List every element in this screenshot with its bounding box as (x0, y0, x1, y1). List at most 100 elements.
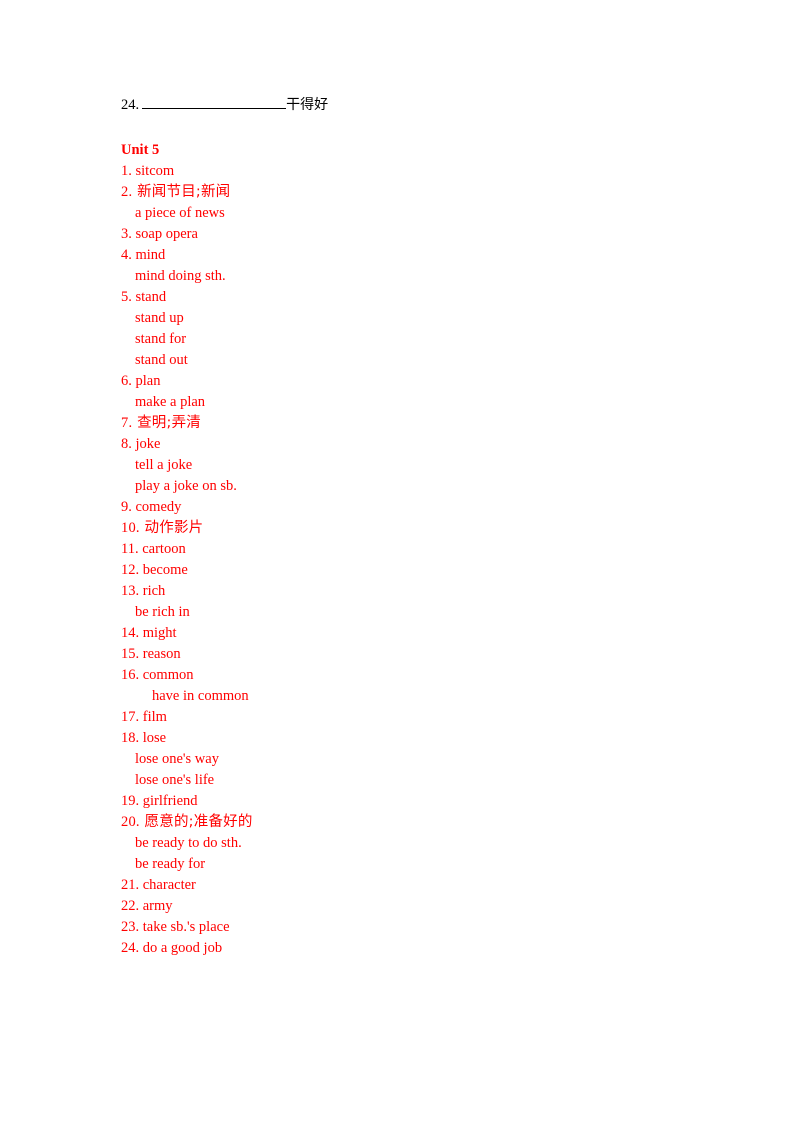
entry-number: 16. (121, 667, 140, 683)
entry-number: 15. (121, 646, 140, 662)
vocabulary-subentry: lose one's life (121, 770, 681, 791)
entry-number: 3. (121, 226, 132, 242)
entry-number: 5. (121, 289, 132, 305)
entry-text: rich (142, 583, 166, 599)
unit-heading: Unit 5 (121, 142, 160, 158)
vocabulary-subentry: a piece of news (121, 203, 681, 224)
entry-text: sitcom (135, 163, 175, 179)
entry-number: 20. (121, 814, 140, 830)
entry-text: mind doing sth. (135, 268, 226, 284)
vocabulary-subentry: tell a joke (121, 455, 681, 476)
entry-text: be rich in (135, 604, 190, 620)
entry-number: 9. (121, 499, 132, 515)
vocabulary-entry: 22. army (121, 896, 681, 917)
entry-text: plan (135, 373, 161, 389)
entry-text: soap opera (135, 226, 198, 242)
entry-text: become (142, 562, 188, 578)
entry-text: might (142, 625, 177, 641)
entry-text: make a plan (135, 394, 206, 410)
entry-text: 愿意的;准备好的 (144, 814, 253, 830)
vocabulary-subentry: be ready to do sth. (121, 833, 681, 854)
vocabulary-subentry: lose one's way (121, 749, 681, 770)
entry-number: 13. (121, 583, 140, 599)
vocabulary-entry: 19. girlfriend (121, 791, 681, 812)
entry-text: lose one's life (135, 772, 215, 788)
entry-text: lose (142, 730, 167, 746)
vocabulary-subentry: be rich in (121, 602, 681, 623)
entry-number: 23. (121, 919, 140, 935)
entry-number: 22. (121, 898, 140, 914)
vocabulary-list: 1. sitcom 2. 新闻节目;新闻 a piece of news 3. soa… (121, 161, 681, 959)
entry-text: be ready for (135, 856, 206, 872)
entry-text: 动作影片 (144, 520, 204, 536)
vocabulary-subentry: have in common (121, 686, 681, 707)
entry-number: 21. (121, 877, 140, 893)
entry-number: 18. (121, 730, 140, 746)
vocabulary-subentry: stand for (121, 329, 681, 350)
document-content: 24. 干得好 Unit 5 1. sitcom 2. 新闻节目;新闻 a piece… (121, 95, 681, 959)
entry-text: 查明;弄清 (137, 415, 201, 431)
vocabulary-entry: 15. reason (121, 644, 681, 665)
vocabulary-entry: 9. comedy (121, 497, 681, 518)
vocabulary-entry: 21. character (121, 875, 681, 896)
vocabulary-subentry: play a joke on sb. (121, 476, 681, 497)
vocabulary-entry: 6. plan (121, 371, 681, 392)
entry-text: common (142, 667, 194, 683)
vocabulary-entry: 1. sitcom (121, 161, 681, 182)
entry-number: 1. (121, 163, 132, 179)
entry-text: mind (135, 247, 166, 263)
entry-text: take sb.'s place (142, 919, 230, 935)
vocabulary-entry: 18. lose (121, 728, 681, 749)
entry-number: 11. (121, 541, 139, 557)
entry-text: a piece of news (135, 205, 225, 221)
vocabulary-entry: 8. joke (121, 434, 681, 455)
entry-number: 6. (121, 373, 132, 389)
entry-text: joke (135, 436, 161, 452)
entry-text: do a good job (142, 940, 223, 956)
vocabulary-entry: 12. become (121, 560, 681, 581)
vocabulary-entry: 5. stand (121, 287, 681, 308)
entry-number: 17. (121, 709, 140, 725)
vocabulary-subentry: make a plan (121, 392, 681, 413)
vocabulary-subentry: be ready for (121, 854, 681, 875)
entry-text: comedy (135, 499, 182, 515)
blank-underline (142, 96, 287, 109)
document-page: 24. 干得好 Unit 5 1. sitcom 2. 新闻节目;新闻 a piece… (0, 0, 794, 1123)
entry-text: character (142, 877, 196, 893)
entry-number: 24. (121, 940, 140, 956)
vocabulary-entry: 14. might (121, 623, 681, 644)
vocabulary-subentry: stand up (121, 308, 681, 329)
entry-text: stand (135, 289, 167, 305)
vocabulary-subentry: mind doing sth. (121, 266, 681, 287)
vocabulary-entry: 10. 动作影片 (121, 518, 681, 539)
vocabulary-entry: 13. rich (121, 581, 681, 602)
entry-text: reason (142, 646, 181, 662)
entry-text: stand out (135, 352, 188, 368)
vocabulary-entry: 2. 新闻节目;新闻 (121, 182, 681, 203)
fill-in-blank-line: 24. 干得好 (121, 95, 681, 116)
entry-text: have in common (152, 688, 249, 704)
vocabulary-entry: 20. 愿意的;准备好的 (121, 812, 681, 833)
entry-text: stand up (135, 310, 184, 326)
entry-number: 7. (121, 415, 133, 431)
blank-line-chinese: 干得好 (286, 97, 329, 113)
vocabulary-entry: 3. soap opera (121, 224, 681, 245)
entry-text: 新闻节目;新闻 (137, 184, 231, 200)
vocabulary-entry: 16. common (121, 665, 681, 686)
entry-text: cartoon (142, 541, 186, 557)
blank-line-number: 24. (121, 97, 140, 113)
vocabulary-entry: 17. film (121, 707, 681, 728)
entry-text: girlfriend (142, 793, 198, 809)
vocabulary-entry: 7. 查明;弄清 (121, 413, 681, 434)
entry-text: stand for (135, 331, 187, 347)
entry-text: be ready to do sth. (135, 835, 242, 851)
entry-number: 4. (121, 247, 132, 263)
entry-text: lose one's way (135, 751, 219, 767)
vocabulary-entry: 11. cartoon (121, 539, 681, 560)
entry-text: play a joke on sb. (135, 478, 237, 494)
vocabulary-entry: 24. do a good job (121, 938, 681, 959)
entry-number: 8. (121, 436, 132, 452)
entry-number: 10. (121, 520, 140, 536)
entry-number: 14. (121, 625, 140, 641)
